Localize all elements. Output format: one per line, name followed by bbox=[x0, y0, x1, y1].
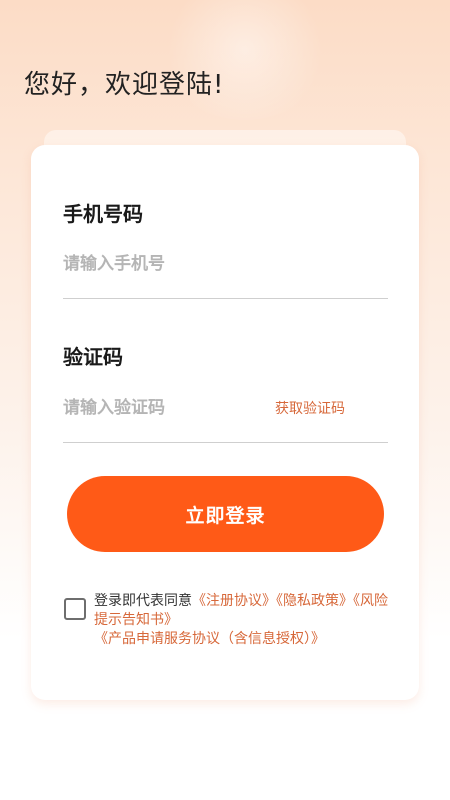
phone-label: 手机号码 bbox=[63, 202, 143, 226]
agreement-checkbox[interactable] bbox=[64, 598, 86, 620]
phone-input[interactable] bbox=[63, 251, 383, 277]
background-decoration bbox=[160, 0, 330, 120]
get-code-button[interactable]: 获取验证码 bbox=[275, 398, 345, 418]
greeting-title: 您好，欢迎登陆! bbox=[24, 70, 225, 100]
service-agreement-link[interactable]: 《产品申请服务协议（含信息授权）》 bbox=[94, 631, 325, 647]
login-card: 手机号码 验证码 获取验证码 立即登录 登录即代表同意《注册协议》《隐私政策》《… bbox=[31, 145, 419, 700]
login-button[interactable]: 立即登录 bbox=[67, 476, 384, 552]
code-input[interactable] bbox=[63, 395, 263, 421]
code-divider bbox=[63, 442, 388, 443]
agreement-text: 登录即代表同意《注册协议》《隐私政策》《风险提示告知书》《产品申请服务协议（含信… bbox=[94, 592, 399, 649]
phone-divider bbox=[63, 298, 388, 299]
agreement-prefix: 登录即代表同意 bbox=[94, 593, 192, 609]
code-label: 验证码 bbox=[63, 345, 123, 369]
privacy-policy-link[interactable]: 《隐私政策》 bbox=[276, 593, 353, 609]
register-agreement-link[interactable]: 《注册协议》 bbox=[192, 593, 276, 609]
